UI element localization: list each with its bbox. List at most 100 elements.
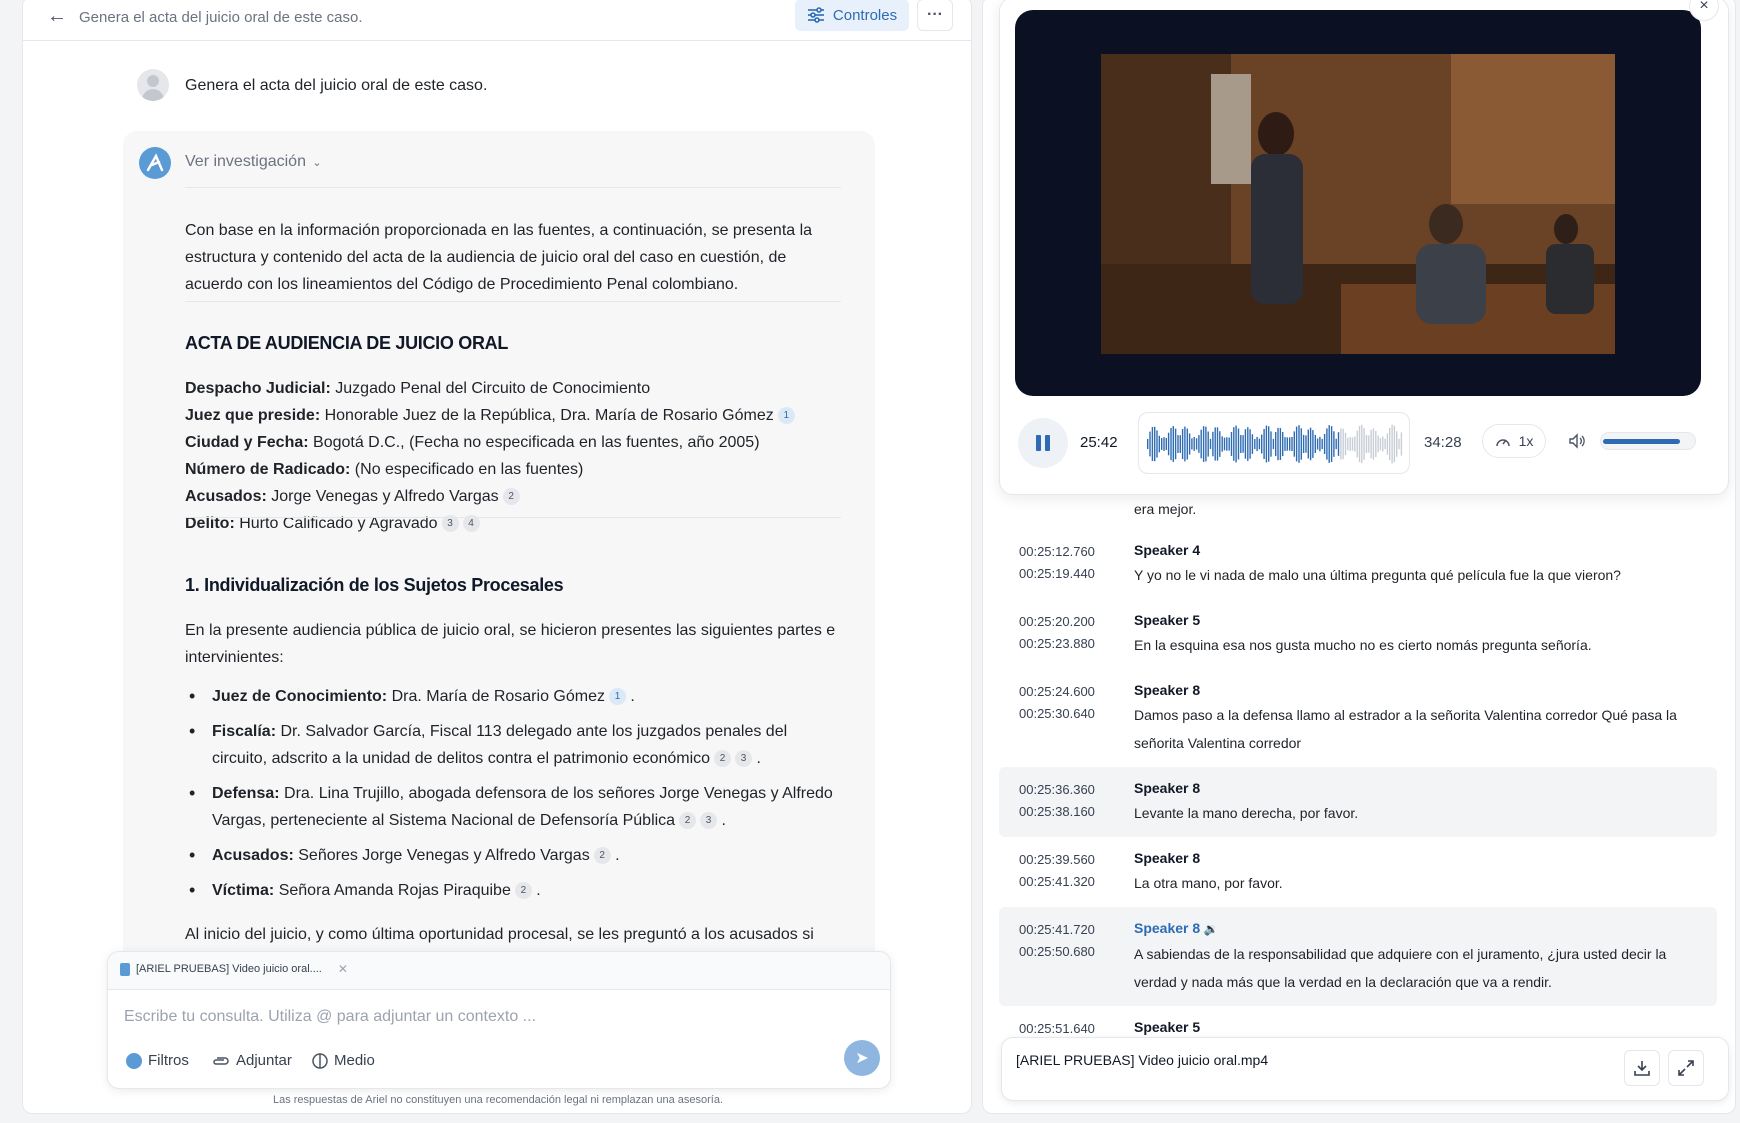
- segment-text: A sabiendas de la responsabilidad que ad…: [1134, 946, 1667, 990]
- remove-attachment-icon[interactable]: ✕: [338, 962, 348, 976]
- citation-badge[interactable]: 2: [514, 882, 532, 899]
- audio-waveform-scrubber[interactable]: [1138, 412, 1410, 474]
- segment-end-time: 00:25:23.880: [1019, 636, 1095, 651]
- citation-badge[interactable]: 3: [700, 812, 718, 829]
- pause-button[interactable]: [1018, 418, 1068, 468]
- transcript-segment[interactable]: 00:25:51.64000:25:52.360Speaker 5Sí, jur…: [999, 1006, 1717, 1037]
- segment-text: En la esquina esa nos gusta mucho no es …: [1134, 637, 1592, 653]
- assistant-answer: Ver investigación ⌄ Con base en la infor…: [123, 131, 875, 971]
- citation-badge[interactable]: 1: [608, 688, 626, 705]
- waveform-bar: [1165, 437, 1167, 450]
- citation-badge[interactable]: 2: [714, 750, 732, 767]
- waveform-bars: [1147, 424, 1403, 464]
- answer-intro: Con base en la información proporcionada…: [185, 222, 813, 293]
- back-arrow-icon[interactable]: ←: [47, 5, 67, 28]
- attachment-chip[interactable]: [ARIEL PRUEBAS] Video juicio oral.... ✕: [120, 962, 348, 976]
- medium-label: Medio: [334, 1052, 375, 1069]
- citation-badge[interactable]: 2: [502, 488, 520, 505]
- waveform-bar: [1289, 437, 1291, 451]
- segment-times: 00:25:24.600 00:25:30.640: [1019, 681, 1119, 725]
- segment-start-time: 00:25:12.760: [1019, 544, 1095, 559]
- media-file-bar: [ARIEL PRUEBAS] Video juicio oral.mp4: [1001, 1037, 1729, 1101]
- citation-badge[interactable]: 2: [679, 812, 697, 829]
- citation-badge[interactable]: 1: [777, 407, 795, 424]
- party-label: Fiscalía:: [212, 723, 277, 740]
- waveform-bar: [1284, 437, 1286, 451]
- party-value: Señora Amanda Rojas Piraquibe: [274, 882, 511, 899]
- waveform-bar: [1393, 425, 1396, 463]
- segment-end-time: 00:25:41.320: [1019, 874, 1095, 889]
- party-label: Juez de Conocimiento:: [212, 688, 388, 705]
- list-item: Víctima: Señora Amanda Rojas Piraquibe2 …: [185, 877, 845, 904]
- filters-label: Filtros: [148, 1052, 189, 1069]
- speaker-volume-icon: 🔉: [1200, 922, 1219, 936]
- volume-icon[interactable]: [1568, 432, 1586, 450]
- waveform-bar: [1386, 433, 1389, 455]
- waveform-bar: [1356, 430, 1358, 458]
- acta-fields: Despacho Judicial: Juzgado Penal del Cir…: [185, 375, 865, 537]
- waveform-bar: [1195, 438, 1198, 450]
- transcript-segment[interactable]: 00:25:24.600 00:25:30.640 Speaker 8 Damos p…: [999, 669, 1717, 767]
- citation-badge[interactable]: 3: [735, 750, 753, 767]
- citation-badge[interactable]: 2: [593, 847, 611, 864]
- segment-end-time: 00:25:38.160: [1019, 804, 1095, 819]
- transcript-segment[interactable]: 00:25:12.760 00:25:19.440 Speaker 4 Y yo no…: [999, 529, 1717, 599]
- waveform-bar: [1233, 427, 1235, 461]
- view-research-toggle[interactable]: Ver investigación ⌄: [185, 153, 322, 171]
- volume-slider[interactable]: [1600, 432, 1696, 450]
- waveform-bar: [1209, 438, 1212, 449]
- filters-button[interactable]: Filtros: [126, 1052, 189, 1069]
- waveform-bar: [1319, 436, 1321, 452]
- waveform-bar: [1184, 426, 1186, 462]
- field-label: Número de Radicado:: [185, 461, 351, 478]
- list-item: Defensa: Dra. Lina Trujillo, abogada def…: [185, 780, 845, 834]
- waveform-bar: [1251, 434, 1254, 454]
- waveform-bar: [1226, 437, 1228, 451]
- waveform-bar: [1228, 437, 1230, 451]
- waveform-bar: [1242, 435, 1244, 453]
- waveform-bar: [1340, 428, 1342, 460]
- acta-field: Ciudad y Fecha: Bogotá D.C., (Fecha no e…: [185, 429, 865, 456]
- download-button[interactable]: [1624, 1050, 1660, 1086]
- transcript-segment[interactable]: 00:25:20.200 00:25:23.880 Speaker 5 En la e…: [999, 599, 1717, 669]
- waveform-bar: [1291, 437, 1293, 451]
- waveform-bar: [1170, 427, 1172, 461]
- video-viewport[interactable]: [1015, 10, 1701, 396]
- playback-speed-button[interactable]: 1x: [1482, 424, 1546, 458]
- expand-button[interactable]: [1668, 1050, 1704, 1086]
- medium-mode-button[interactable]: Medio: [312, 1052, 375, 1069]
- waveform-bar: [1282, 432, 1284, 457]
- segment-speaker: Speaker 5: [1134, 612, 1201, 628]
- waveform-bar: [1270, 431, 1272, 457]
- waveform-bar: [1370, 429, 1372, 459]
- attach-button[interactable]: Adjuntar: [212, 1052, 292, 1069]
- divider: [185, 301, 841, 302]
- segment-times: 00:25:39.560 00:25:41.320: [1019, 849, 1119, 893]
- waveform-bar: [1358, 426, 1361, 462]
- waveform-bar: [1261, 434, 1263, 454]
- waveform-bar: [1172, 426, 1174, 462]
- transcript-segment[interactable]: 00:25:36.360 00:25:38.160 Speaker 8 Levante…: [999, 767, 1717, 837]
- more-options-button[interactable]: ···: [917, 0, 953, 31]
- chevron-down-icon: ⌄: [312, 157, 322, 169]
- party-label: Acusados:: [212, 847, 294, 864]
- waveform-bar: [1177, 435, 1179, 453]
- chat-panel: ← Genera el acta del juicio oral de este…: [22, 0, 972, 1114]
- query-input[interactable]: [124, 1008, 824, 1026]
- send-button[interactable]: ➤: [844, 1040, 880, 1076]
- waveform-bar: [1198, 435, 1200, 453]
- current-time: 25:42: [1080, 434, 1118, 451]
- waveform-bar: [1300, 428, 1302, 460]
- waveform-bar: [1174, 428, 1177, 460]
- view-research-label: Ver investigación: [185, 153, 306, 170]
- sliders-icon: [807, 7, 824, 23]
- segment-speaker: Speaker 4: [1134, 542, 1201, 558]
- party-label: Víctima:: [212, 882, 275, 899]
- paperclip-icon: [213, 1056, 229, 1065]
- acta-field: Juez que preside: Honorable Juez de la R…: [185, 402, 865, 429]
- waveform-bar: [1333, 431, 1335, 457]
- controls-button[interactable]: Controles: [795, 0, 909, 31]
- transcript-segment[interactable]: 00:25:41.720 00:25:50.680 Speaker 8 🔉 A sab…: [999, 907, 1717, 1006]
- waveform-bar: [1163, 437, 1165, 451]
- transcript-segment[interactable]: 00:25:39.560 00:25:41.320 Speaker 8 La otra…: [999, 837, 1717, 907]
